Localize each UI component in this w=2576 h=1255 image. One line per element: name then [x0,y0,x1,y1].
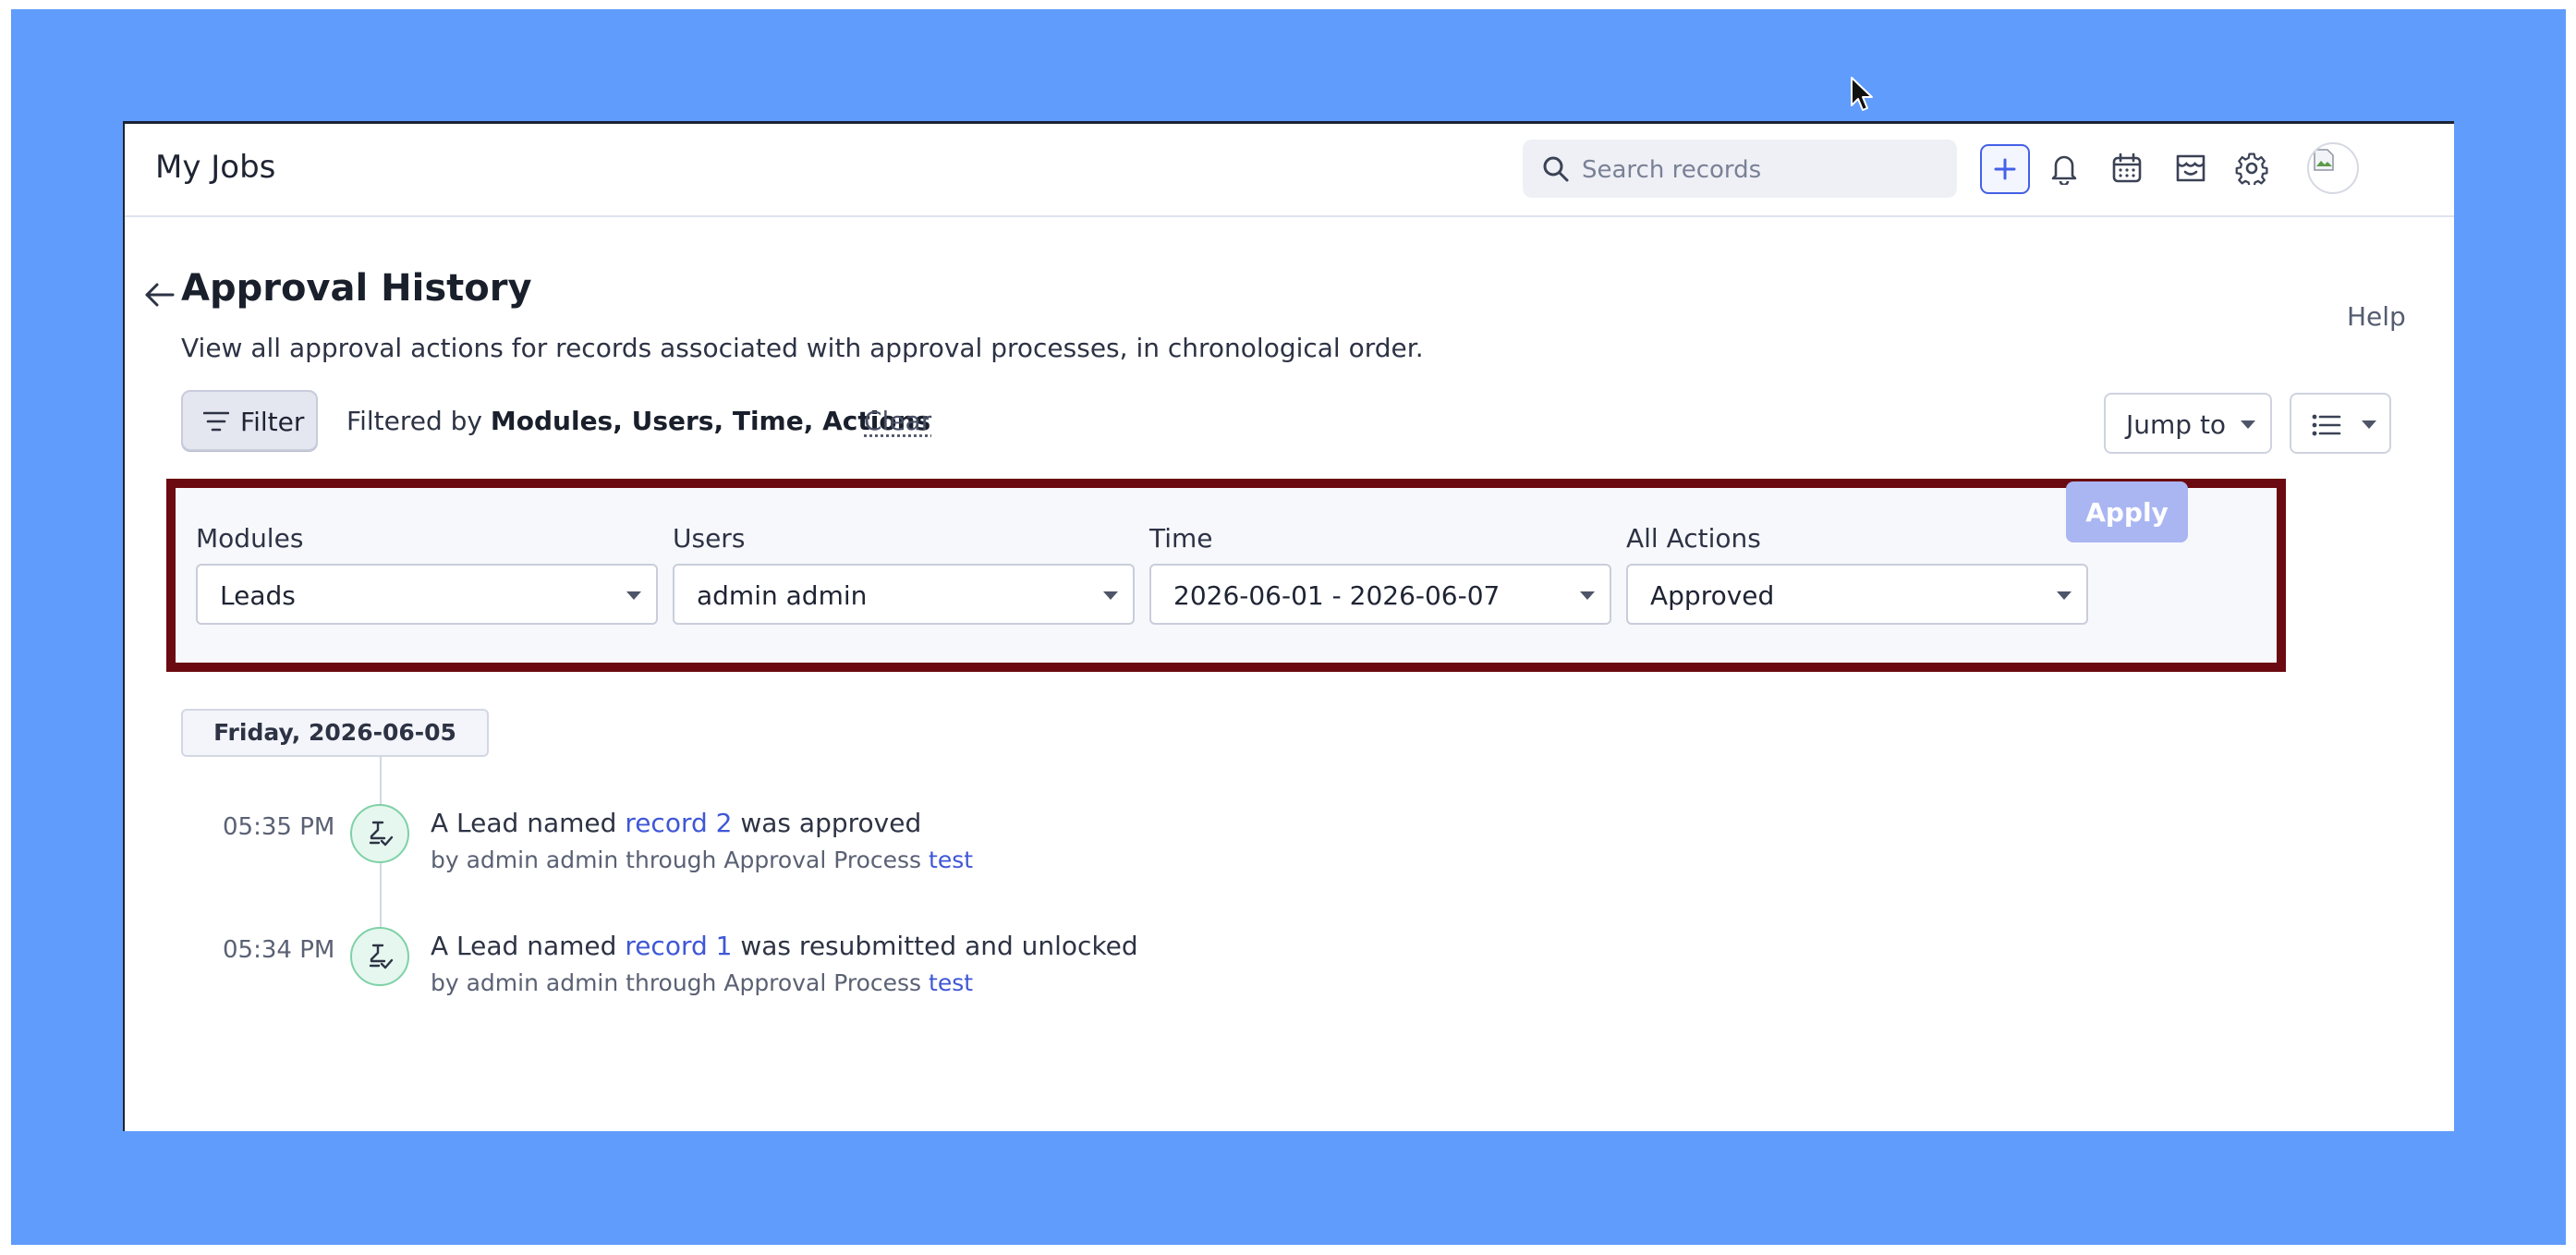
calendar-icon [2112,152,2142,183]
bell-icon [2051,155,2077,185]
back-arrow-icon[interactable] [141,276,178,313]
time-select-value: 2026-06-01 - 2026-06-07 [1173,580,1501,611]
approval-process-link[interactable]: test [929,847,973,873]
time-select[interactable]: 2026-06-01 - 2026-06-07 [1149,564,1611,625]
entry-description: A Lead named record 2 was approved [431,808,921,838]
create-button[interactable] [1980,144,2030,194]
jump-to-button[interactable]: Jump to [2104,393,2272,454]
approval-icon [369,821,394,847]
filter-panel: Modules Leads Users admin admin Time 202… [166,479,2286,672]
help-link[interactable]: Help [2347,301,2406,332]
avatar[interactable] [2307,142,2359,194]
chevron-down-icon [1580,591,1595,600]
entry-prefix: A Lead named [431,931,617,961]
app-window: My Jobs Search records Approval History … [123,121,2454,1131]
modules-select[interactable]: Leads [196,564,658,625]
entry-detail: by admin admin through Approval Process … [431,969,973,996]
chevron-down-icon [2362,420,2376,429]
users-filter-label: Users [673,523,746,554]
search-icon [1543,156,1569,182]
view-mode-button[interactable] [2290,393,2391,454]
entry-by: by admin admin through Approval Process [431,847,922,873]
app-title: My Jobs [155,149,276,186]
broken-image-icon [2314,149,2334,171]
date-group-label: Friday, 2026-06-05 [181,709,489,757]
filter-button-label: Filter [240,407,305,437]
marketplace-icon [2176,154,2205,182]
entry-detail: by admin admin through Approval Process … [431,847,973,873]
notifications-button[interactable] [2046,150,2083,187]
mouse-cursor-icon [1851,77,1873,111]
users-select-value: admin admin [697,580,868,611]
chevron-down-icon [1103,591,1118,600]
entry-by: by admin admin through Approval Process [431,969,922,996]
approval-icon [369,944,394,969]
search-input[interactable] [1580,140,1944,200]
users-select[interactable]: admin admin [673,564,1135,625]
gear-icon [2235,152,2268,185]
chevron-down-icon [2057,591,2072,600]
filter-summary-prefix: Filtered by [346,406,482,436]
approval-process-link[interactable]: test [929,969,973,996]
entry-suffix: was resubmitted and unlocked [740,931,1138,961]
record-link[interactable]: record 1 [625,931,732,961]
chevron-down-icon [626,591,641,600]
plus-icon [1994,158,2016,180]
page-title: Approval History [181,267,532,310]
calendar-button[interactable] [2108,150,2145,187]
actions-select[interactable]: Approved [1626,564,2088,625]
filter-icon [203,411,229,432]
approval-badge [350,804,409,863]
clear-filters-link[interactable]: Clear [864,406,931,436]
actions-select-value: Approved [1650,580,1775,611]
modules-select-value: Leads [220,580,296,611]
settings-button[interactable] [2233,150,2270,187]
entry-suffix: was approved [740,808,922,838]
top-bar: My Jobs [125,124,2454,217]
search-box[interactable] [1523,140,1957,200]
record-link[interactable]: record 2 [625,808,732,838]
modules-filter-label: Modules [196,523,304,554]
marketplace-button[interactable] [2172,150,2209,187]
chevron-down-icon [2241,420,2255,429]
list-view-icon [2312,414,2341,436]
time-filter-label: Time [1149,523,1213,554]
filter-button[interactable]: Filter [181,390,318,451]
apply-button[interactable]: Apply [2066,481,2188,542]
entry-prefix: A Lead named [431,808,617,838]
actions-filter-label: All Actions [1626,523,1761,554]
approval-badge [350,927,409,986]
filter-summary: Filtered by Modules, Users, Time, Action… [346,406,930,436]
entry-time: 05:34 PM [223,936,335,964]
entry-description: A Lead named record 1 was resubmitted an… [431,931,1138,961]
entry-time: 05:35 PM [223,813,335,841]
jump-to-label: Jump to [2126,409,2227,440]
page-description: View all approval actions for records as… [181,333,1424,363]
